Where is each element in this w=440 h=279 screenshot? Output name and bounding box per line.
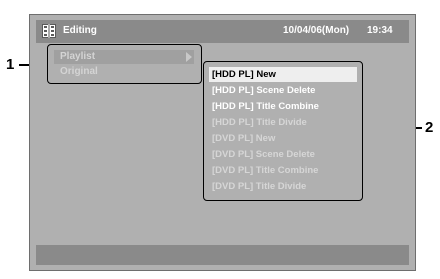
tv-screen: Editing 10/04/06(Mon) 19:34 Playlist Ori… bbox=[29, 14, 416, 271]
submenu-arrow-icon bbox=[186, 52, 192, 62]
submenu-item-dvd-new[interactable]: [DVD PL] New bbox=[209, 131, 357, 146]
submenu: [HDD PL] New [HDD PL] Scene Delete [HDD … bbox=[203, 61, 363, 201]
bottom-bar bbox=[36, 245, 409, 265]
submenu-item-dvd-title-divide[interactable]: [DVD PL] Title Divide bbox=[209, 179, 357, 194]
submenu-item-dvd-scene-delete[interactable]: [DVD PL] Scene Delete bbox=[209, 147, 357, 162]
callout-label-2: 2 bbox=[425, 119, 434, 136]
manual-figure: 1 2 Editing 10/04/06(Mon) 19:34 Playlist… bbox=[0, 0, 440, 279]
left-menu: Playlist Original bbox=[47, 44, 202, 84]
header-bar: Editing 10/04/06(Mon) 19:34 bbox=[36, 20, 409, 43]
submenu-item-dvd-title-combine[interactable]: [DVD PL] Title Combine bbox=[209, 163, 357, 178]
menu-item-label: Playlist bbox=[60, 51, 96, 62]
submenu-item-hdd-new[interactable]: [HDD PL] New bbox=[209, 67, 357, 82]
menu-item-original[interactable]: Original bbox=[54, 65, 98, 79]
submenu-item-hdd-scene-delete[interactable]: [HDD PL] Scene Delete bbox=[209, 83, 357, 98]
time-display: 19:34 bbox=[367, 25, 393, 36]
submenu-item-hdd-title-combine[interactable]: [HDD PL] Title Combine bbox=[209, 99, 357, 114]
page-title: Editing bbox=[63, 25, 97, 36]
callout-label-1: 1 bbox=[6, 56, 15, 73]
submenu-item-hdd-title-divide[interactable]: [HDD PL] Title Divide bbox=[209, 115, 357, 130]
date-display: 10/04/06(Mon) bbox=[283, 25, 350, 36]
edit-icon bbox=[42, 24, 56, 38]
menu-item-label: Original bbox=[60, 66, 98, 77]
menu-item-playlist[interactable]: Playlist bbox=[54, 50, 194, 64]
